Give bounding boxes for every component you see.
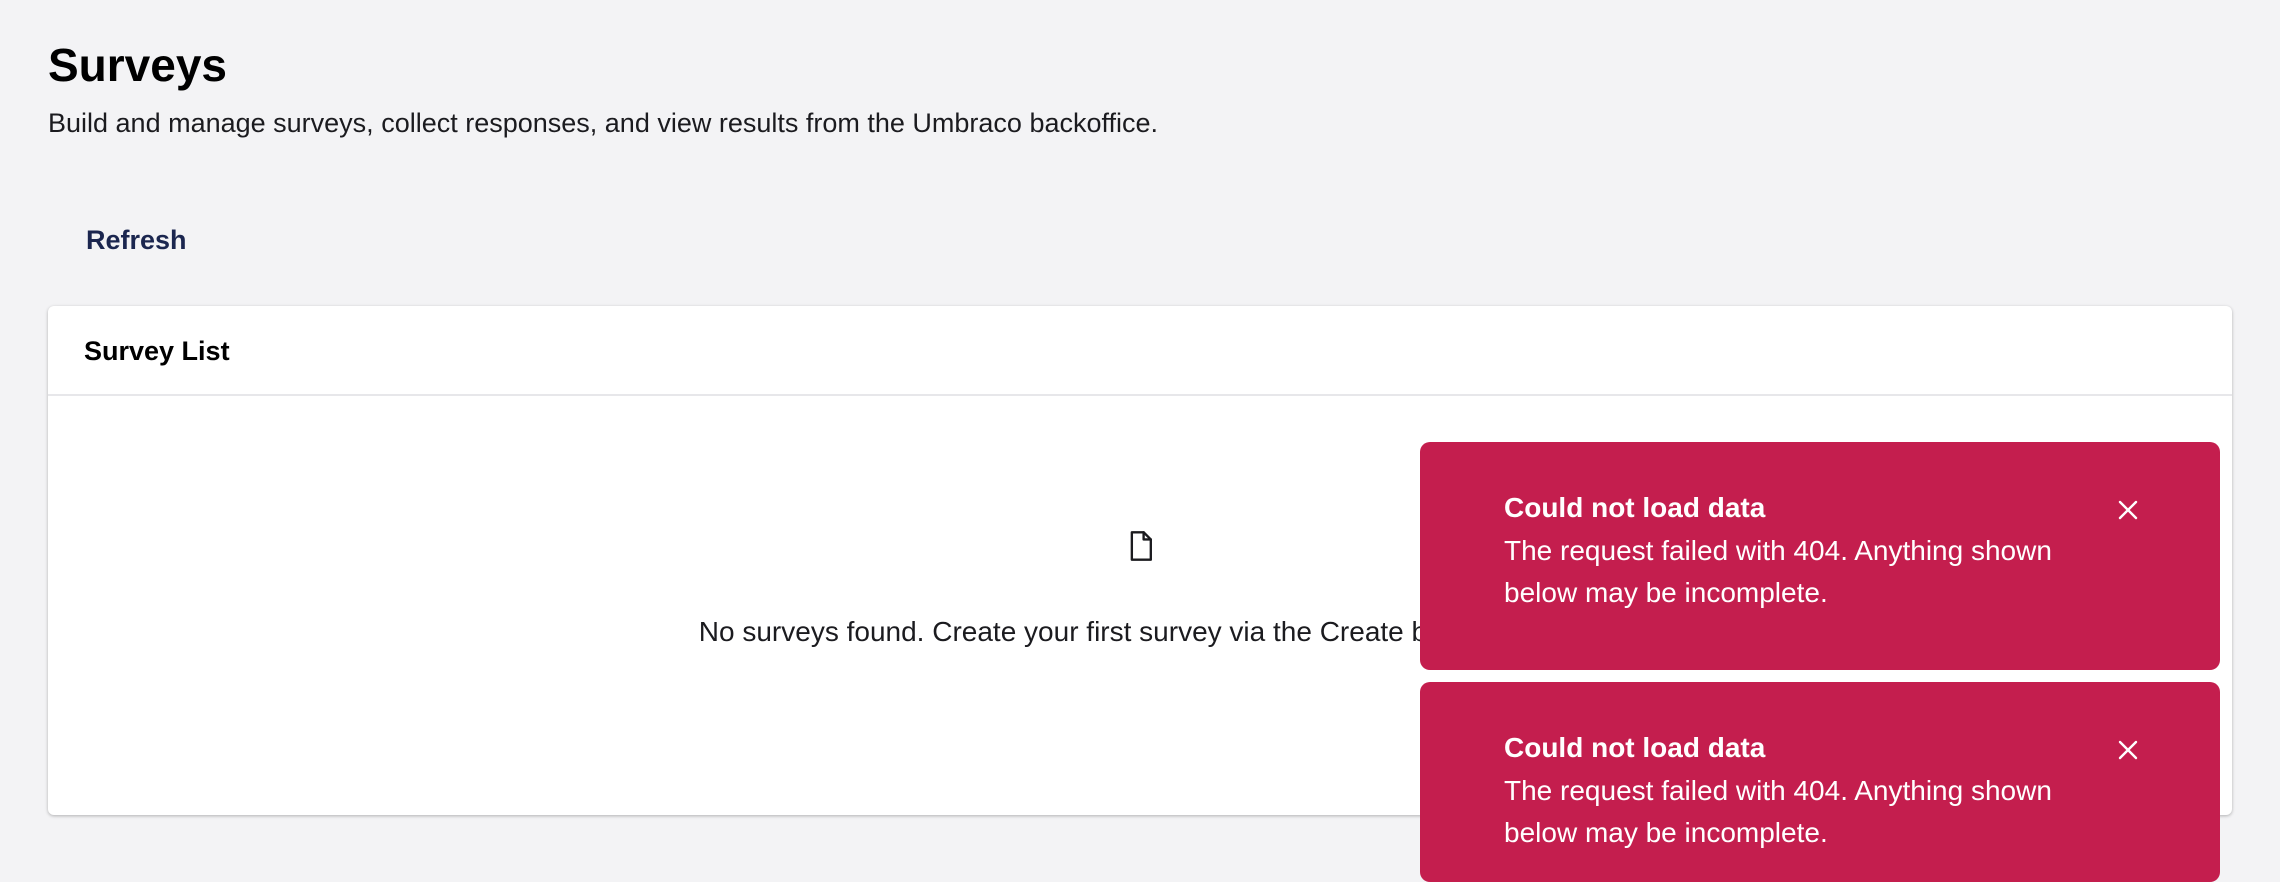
close-icon xyxy=(2118,500,2138,520)
page-title: Surveys xyxy=(48,39,228,91)
close-icon xyxy=(2118,740,2138,760)
document-icon xyxy=(1130,531,1152,561)
notification-title: Could not load data xyxy=(1504,492,1766,523)
survey-list-header: Survey List xyxy=(48,306,2232,396)
close-notification-button[interactable] xyxy=(2110,732,2146,768)
page-subtitle: Build and manage surveys, collect respon… xyxy=(48,108,1159,138)
notification-message: The request failed with 404. Anything sh… xyxy=(1504,535,2052,608)
survey-list-title: Survey List xyxy=(84,336,230,366)
error-notification: Could not load data The request failed w… xyxy=(1420,682,2220,882)
error-notification: Could not load data The request failed w… xyxy=(1420,442,2220,670)
notification-message: The request failed with 404. Anything sh… xyxy=(1504,775,2052,848)
notification-title: Could not load data xyxy=(1504,732,1766,763)
close-notification-button[interactable] xyxy=(2110,492,2146,528)
refresh-button[interactable]: Refresh xyxy=(60,212,213,268)
